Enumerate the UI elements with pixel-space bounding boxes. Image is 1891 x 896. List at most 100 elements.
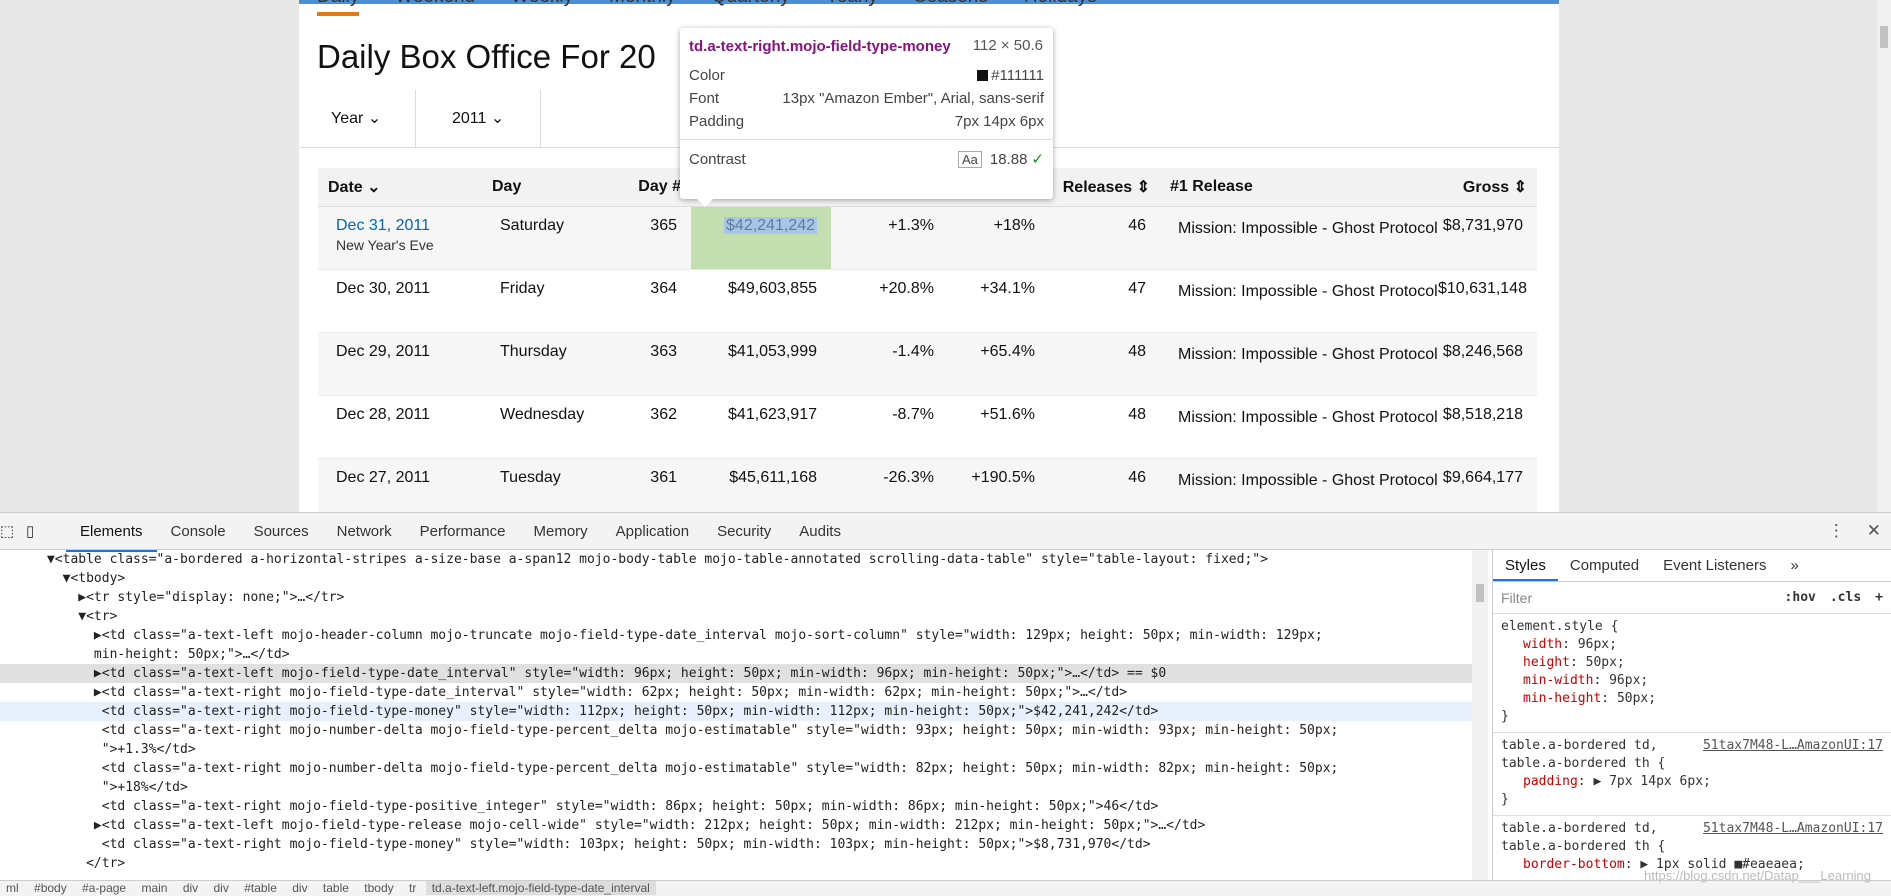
prop-value[interactable]: 50px; bbox=[1617, 691, 1656, 706]
prop-name[interactable]: width bbox=[1523, 637, 1562, 652]
dom-line[interactable]: <td class="a-text-right mojo-field-type-… bbox=[0, 797, 1472, 816]
tab-weekend[interactable]: Weekend bbox=[395, 0, 475, 16]
breadcrumb-item[interactable]: div bbox=[208, 881, 235, 895]
tab-monthly[interactable]: Monthly bbox=[609, 0, 676, 16]
dom-line-hovered[interactable]: <td class="a-text-right mojo-field-type-… bbox=[0, 702, 1472, 721]
day-link[interactable]: Tuesday bbox=[482, 458, 602, 512]
breadcrumb-item[interactable]: main bbox=[135, 881, 173, 895]
tab-elements[interactable]: Elements bbox=[66, 513, 157, 552]
dom-line[interactable]: <td class="a-text-right mojo-number-delt… bbox=[0, 721, 1472, 740]
breadcrumb-item-active[interactable]: td.a-text-left.mojo-field-type-date_inte… bbox=[425, 881, 656, 895]
header-date[interactable]: Date ⌄ bbox=[318, 168, 482, 207]
more-tabs-icon[interactable]: » bbox=[1778, 550, 1810, 581]
tab-styles[interactable]: Styles bbox=[1493, 550, 1558, 581]
header-releases[interactable]: Releases ⇕ bbox=[1049, 168, 1160, 207]
prop-value[interactable]: 50px; bbox=[1586, 655, 1625, 670]
elements-scrollbar[interactable] bbox=[1472, 550, 1488, 880]
release-link[interactable]: Mission: Impossible - Ghost Protocol bbox=[1160, 269, 1438, 333]
breadcrumb-item[interactable]: tbody bbox=[358, 881, 399, 895]
tab-holidays[interactable]: Holidays bbox=[1024, 0, 1097, 16]
dom-line[interactable]: </tr> bbox=[0, 854, 1472, 873]
breadcrumb-item[interactable]: div bbox=[286, 881, 313, 895]
breadcrumb-item[interactable]: tr bbox=[403, 881, 422, 895]
prop-value[interactable]: 96px; bbox=[1609, 673, 1648, 688]
tab-yearly[interactable]: Yearly bbox=[826, 0, 878, 16]
prop-name[interactable]: border-bottom bbox=[1523, 857, 1625, 872]
breadcrumb-item[interactable]: ml bbox=[0, 881, 25, 895]
tab-console[interactable]: Console bbox=[157, 513, 240, 552]
dom-line[interactable]: ">+1.3%</td> bbox=[0, 740, 1472, 759]
page-scrollbar[interactable] bbox=[1877, 0, 1891, 512]
tab-audits[interactable]: Audits bbox=[785, 513, 855, 552]
elements-scrollbar-thumb[interactable] bbox=[1476, 584, 1484, 602]
breadcrumb-item[interactable]: table bbox=[317, 881, 355, 895]
release-link[interactable]: Mission: Impossible - Ghost Protocol bbox=[1160, 395, 1438, 459]
breadcrumb-item[interactable]: #body bbox=[28, 881, 73, 895]
prop-name[interactable]: padding bbox=[1523, 774, 1578, 789]
prop-name[interactable]: min-height bbox=[1523, 691, 1601, 706]
tab-weekly[interactable]: Weekly bbox=[511, 0, 573, 16]
more-options-icon[interactable]: ⋮ bbox=[1828, 521, 1845, 541]
release-link[interactable]: Mission: Impossible - Ghost Protocol bbox=[1160, 332, 1438, 396]
dom-line[interactable]: ▶<td class="a-text-left mojo-field-type-… bbox=[0, 816, 1472, 835]
header-gross[interactable]: Gross ⇕ bbox=[1420, 168, 1537, 207]
year-type-dropdown[interactable]: Year ⌄ bbox=[299, 90, 416, 148]
dom-line[interactable]: ▶<td class="a-text-left mojo-header-colu… bbox=[0, 626, 1472, 645]
hov-toggle[interactable]: :hov bbox=[1785, 590, 1816, 605]
date-link[interactable]: Dec 29, 2011 bbox=[318, 332, 482, 396]
date-link[interactable]: Dec 28, 2011 bbox=[318, 395, 482, 459]
prop-value[interactable]: ▶ 7px 14px 6px; bbox=[1593, 774, 1710, 789]
prop-name[interactable]: height bbox=[1523, 655, 1570, 670]
prop-name[interactable]: min-width bbox=[1523, 673, 1593, 688]
tab-security[interactable]: Security bbox=[703, 513, 785, 552]
prop-value[interactable]: 96px; bbox=[1578, 637, 1617, 652]
page-scrollbar-thumb[interactable] bbox=[1880, 26, 1888, 48]
tab-computed[interactable]: Computed bbox=[1558, 550, 1651, 581]
day-link[interactable]: Thursday bbox=[482, 332, 602, 396]
tab-memory[interactable]: Memory bbox=[520, 513, 602, 552]
tab-daily[interactable]: Daily bbox=[317, 0, 360, 16]
tab-event-listeners[interactable]: Event Listeners bbox=[1651, 550, 1778, 581]
breadcrumb-item[interactable]: #table bbox=[238, 881, 283, 895]
year-dropdown[interactable]: 2011 ⌄ bbox=[416, 90, 541, 148]
close-icon[interactable]: ✕ bbox=[1867, 521, 1881, 541]
day-link[interactable]: Friday bbox=[482, 269, 602, 333]
release-link[interactable]: Mission: Impossible - Ghost Protocol bbox=[1160, 206, 1438, 270]
dom-line[interactable]: ▼<tr> bbox=[0, 607, 1472, 626]
date-link[interactable]: Dec 27, 2011 bbox=[318, 458, 482, 512]
device-toolbar-icon[interactable]: ▯ bbox=[26, 522, 34, 540]
dom-line-selected[interactable]: ▶<td class="a-text-left mojo-field-type-… bbox=[0, 664, 1472, 683]
dom-line[interactable]: min-height: 50px;">…</td> bbox=[0, 645, 1472, 664]
release-link[interactable]: Mission: Impossible - Ghost Protocol bbox=[1160, 458, 1438, 512]
breadcrumb-item[interactable]: div bbox=[177, 881, 204, 895]
tab-quarterly[interactable]: Quarterly bbox=[712, 0, 790, 16]
day-link[interactable]: Wednesday bbox=[482, 395, 602, 459]
date-link[interactable]: Dec 30, 2011 bbox=[318, 269, 482, 333]
tab-seasons[interactable]: Seasons bbox=[914, 0, 988, 16]
dom-line[interactable]: ▶<tr style="display: none;">…</tr> bbox=[0, 588, 1472, 607]
day-num-link[interactable]: 362 bbox=[602, 395, 691, 459]
rule-source-link[interactable]: 51tax7M48-L…AmazonUI:17 bbox=[1703, 820, 1883, 838]
day-num-link[interactable]: 364 bbox=[602, 269, 691, 333]
tab-sources[interactable]: Sources bbox=[240, 513, 323, 552]
breadcrumb-item[interactable]: #a-page bbox=[76, 881, 132, 895]
day-num-link[interactable]: 363 bbox=[602, 332, 691, 396]
cls-toggle[interactable]: .cls bbox=[1830, 590, 1861, 605]
dom-line[interactable]: ▼<table class="a-bordered a-horizontal-s… bbox=[0, 550, 1472, 569]
tab-application[interactable]: Application bbox=[602, 513, 703, 552]
dom-line[interactable]: ▼<tbody> bbox=[0, 569, 1472, 588]
tab-performance[interactable]: Performance bbox=[406, 513, 520, 552]
dom-line[interactable]: <td class="a-text-right mojo-number-delt… bbox=[0, 759, 1472, 778]
dom-line[interactable]: <td class="a-text-right mojo-field-type-… bbox=[0, 835, 1472, 854]
rule-source-link[interactable]: 51tax7M48-L…AmazonUI:17 bbox=[1703, 737, 1883, 755]
day-num-link[interactable]: 361 bbox=[602, 458, 691, 512]
date-link[interactable]: Dec 31, 2011 bbox=[336, 217, 468, 235]
day-link[interactable]: Saturday bbox=[482, 206, 602, 270]
add-rule-icon[interactable]: + bbox=[1875, 590, 1883, 605]
inspect-element-icon[interactable]: ⬚ bbox=[0, 522, 14, 540]
day-num-link[interactable]: 365 bbox=[602, 206, 691, 270]
dom-line[interactable]: ">+18%</td> bbox=[0, 778, 1472, 797]
dom-line[interactable]: ▶<td class="a-text-right mojo-field-type… bbox=[0, 683, 1472, 702]
tab-network[interactable]: Network bbox=[323, 513, 406, 552]
styles-filter-input[interactable]: Filter bbox=[1501, 589, 1771, 606]
